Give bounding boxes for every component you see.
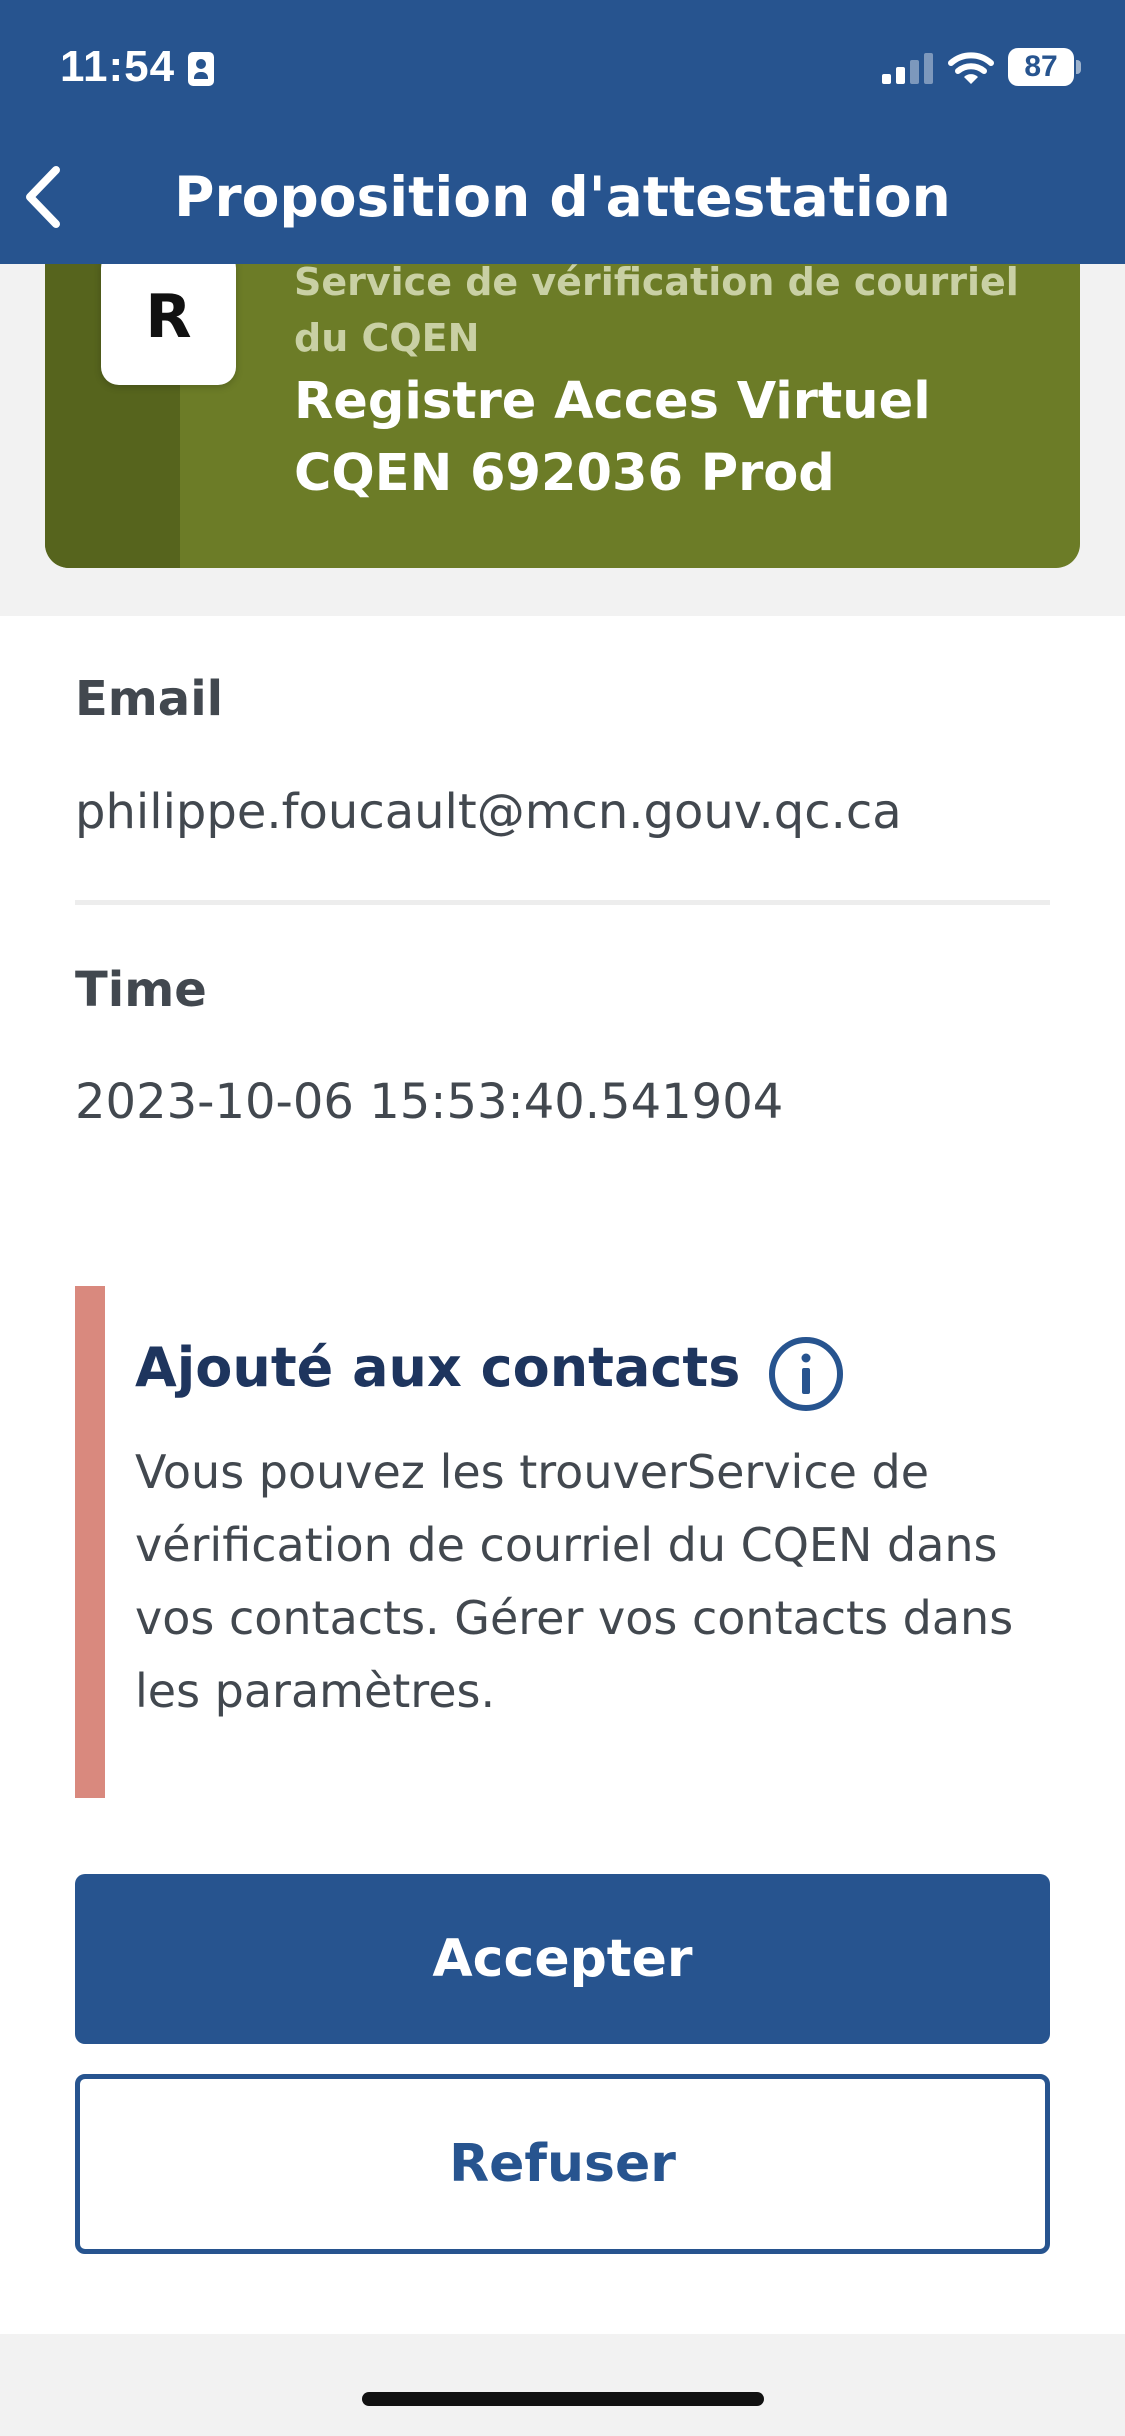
field-label-email: Email xyxy=(75,671,224,727)
field-value-email: philippe.foucault@mcn.gouv.qc.ca xyxy=(75,784,902,840)
credential-details-panel: Email philippe.foucault@mcn.gouv.qc.ca T… xyxy=(0,616,1125,2334)
home-indicator[interactable] xyxy=(362,2392,764,2406)
info-icon[interactable] xyxy=(768,1336,844,1412)
issuer-logo-letter: R xyxy=(145,282,192,352)
refuse-button[interactable]: Refuser xyxy=(75,2074,1050,2254)
accept-button[interactable]: Accepter xyxy=(75,1874,1050,2044)
notice-title: Ajouté aux contacts xyxy=(135,1336,741,1399)
notice-accent-bar xyxy=(75,1286,105,1798)
status-time: 11:54 xyxy=(60,42,176,91)
credential-name: Registre Acces Virtuel CQEN 692036 Prod xyxy=(294,372,931,503)
field-value-time: 2023-10-06 15:53:40.541904 xyxy=(75,1074,784,1130)
issuer-logo: R xyxy=(101,250,236,385)
field-divider xyxy=(75,900,1050,905)
contact-added-notice: Ajouté aux contacts Vous pouvez les trou… xyxy=(75,1286,1050,1798)
issuer-name: Service de vérification de courriel du C… xyxy=(294,260,1019,360)
page-title: Proposition d'attestation xyxy=(174,165,951,229)
contact-card-icon xyxy=(188,52,214,86)
notice-body: Vous pouvez les trouverService de vérifi… xyxy=(135,1445,1014,1718)
wifi-icon xyxy=(948,52,994,84)
back-button[interactable] xyxy=(14,160,74,234)
app-header: 11:54 87 Proposition d'attestation xyxy=(0,0,1125,264)
battery-icon: 87 xyxy=(1008,48,1082,86)
field-label-time: Time xyxy=(75,962,207,1018)
battery-level: 87 xyxy=(1024,50,1058,83)
cellular-signal-icon xyxy=(882,53,933,84)
